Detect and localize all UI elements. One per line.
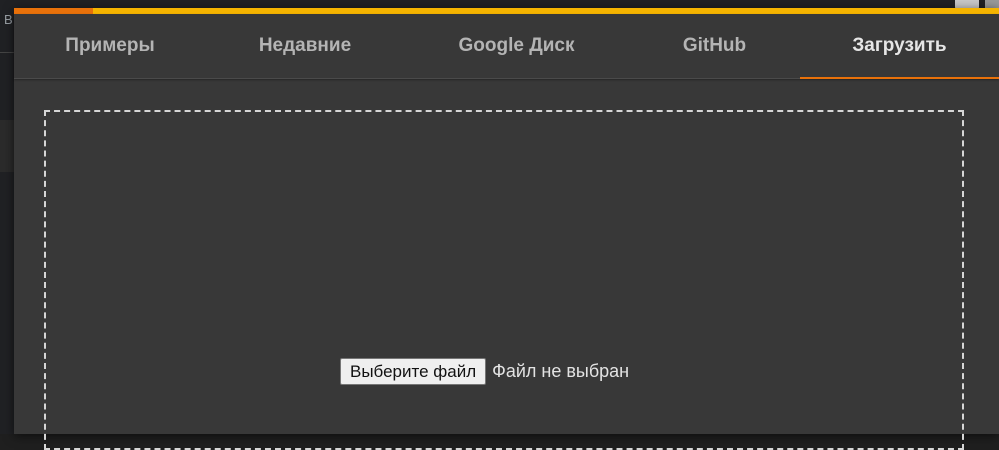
tab-recent[interactable]: Недавние — [206, 14, 404, 78]
tab-google-drive[interactable]: Google Диск — [404, 14, 629, 78]
file-status-text: Файл не выбран — [492, 361, 630, 381]
tab-upload[interactable]: Загрузить — [800, 14, 999, 79]
upload-dropzone[interactable] — [44, 110, 964, 450]
tab-label: Google Диск — [458, 35, 575, 56]
tab-label: GitHub — [682, 35, 747, 56]
file-input: Выберите файл Файл не выбран — [340, 358, 629, 385]
tab-label: Недавние — [258, 35, 352, 56]
background-panel-edge — [0, 120, 14, 172]
tab-github[interactable]: GitHub — [629, 14, 800, 78]
background-text-fragment: В — [4, 12, 13, 27]
tab-label: Загрузить — [852, 35, 947, 56]
tab-examples[interactable]: Примеры — [14, 14, 206, 78]
background-divider — [0, 52, 14, 53]
dialog-tabs: Примеры Недавние Google Диск GitHub Загр… — [14, 14, 999, 79]
settings-icon — [985, 0, 999, 8]
choose-file-button[interactable]: Выберите файл — [340, 358, 487, 385]
open-notebook-dialog: Примеры Недавние Google Диск GitHub Загр… — [14, 8, 999, 450]
tab-label: Примеры — [65, 35, 155, 56]
